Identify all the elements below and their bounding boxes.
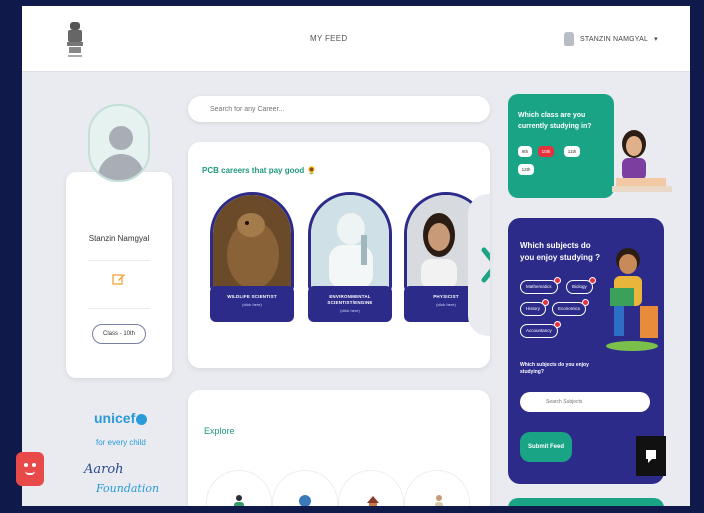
chatbot-button[interactable]: [16, 452, 44, 486]
subject-chip-economics[interactable]: Economics: [552, 299, 590, 316]
class-question-title: Which class are you currently studying i…: [518, 112, 592, 130]
boy-reading-illustration: [606, 248, 658, 351]
careers-title: PCB careers that pay good 🌻: [202, 166, 317, 175]
profile-name: Stanzin Namgyal: [88, 234, 150, 243]
career-search-input[interactable]: [188, 96, 490, 122]
subject-chip-accountancy[interactable]: Accountancy: [520, 321, 561, 338]
remove-dot-icon: [542, 299, 550, 306]
user-menu[interactable]: STANZIN NAMGYAL ▾: [564, 32, 658, 46]
person-icon[interactable]: [432, 494, 446, 506]
subjects-search-input[interactable]: [520, 392, 650, 412]
avatar-head: [109, 126, 133, 150]
next-careers-button[interactable]: [468, 194, 490, 336]
globe-explore-icon[interactable]: [298, 494, 312, 506]
unicef-tagline: for every child: [96, 438, 146, 447]
class-option-11th[interactable]: 11th: [564, 146, 580, 157]
explore-title: Explore: [204, 426, 235, 436]
class-badge[interactable]: Class - 10th: [92, 324, 146, 344]
career-card-environmental[interactable]: ENVIRONMENTAL SCIENTIST/ENGINE (click he…: [308, 192, 392, 332]
user-avatar-icon: [564, 32, 574, 46]
avatar-body: [98, 154, 144, 180]
subjects-question-title: Which subjects do you enjoy studying ?: [520, 241, 601, 262]
subject-chip-biology[interactable]: Biology: [566, 277, 596, 294]
career-label: WILDLIFE SCIENTIST (click here): [210, 286, 294, 322]
career-photo: [210, 192, 294, 292]
remove-dot-icon: [582, 299, 590, 306]
profile-card: Stanzin Namgyal Class - 10th: [66, 172, 172, 378]
top-navbar: MY FEED STANZIN NAMGYAL ▾: [22, 6, 690, 72]
submit-feed-button[interactable]: Submit Feed: [520, 432, 572, 462]
careers-card: PCB careers that pay good 🌻 WILDLIFE SCI…: [188, 142, 490, 368]
class-option-9th[interactable]: 9th: [518, 146, 532, 157]
feedback-button[interactable]: [636, 436, 666, 476]
subjects-input-question: Which subjects do you enjoy studying?: [520, 362, 589, 375]
next-card-edge: [508, 498, 664, 506]
aaroh-logo: Aaroh: [84, 462, 124, 477]
explore-card: Explore: [188, 390, 490, 506]
class-question-card: Which class are you currently studying i…: [508, 94, 614, 198]
nav-my-feed[interactable]: MY FEED: [310, 34, 348, 43]
divider: [88, 260, 150, 261]
national-emblem-icon: [67, 22, 83, 57]
remove-dot-icon: [553, 321, 561, 328]
girl-reading-illustration: [612, 130, 672, 192]
chevron-down-icon: ▾: [654, 36, 658, 43]
career-card-wildlife[interactable]: WILDLIFE SCIENTIST (click here): [210, 192, 294, 332]
speech-bubble-icon: [646, 450, 656, 463]
house-icon[interactable]: [366, 494, 380, 506]
globe-icon: [136, 413, 148, 425]
career-photo: [308, 192, 392, 292]
user-name: STANZIN NAMGYAL: [580, 35, 649, 43]
subject-chip-history[interactable]: History: [520, 299, 550, 316]
remove-dot-icon: [553, 277, 561, 284]
aaroh-subtitle: Foundation: [96, 482, 160, 495]
class-option-12th[interactable]: 12th: [518, 164, 534, 175]
doctor-icon[interactable]: [232, 494, 246, 506]
remove-dot-icon: [588, 277, 596, 284]
bot-eye: [32, 463, 36, 467]
flower-icon: 🌻: [306, 166, 317, 175]
divider: [88, 308, 150, 309]
chevron-right-icon: [481, 247, 490, 283]
subject-chip-mathematics[interactable]: Mathematics: [520, 277, 561, 294]
app-frame: MY FEED STANZIN NAMGYAL ▾ Stanzin Namgya…: [22, 6, 690, 506]
career-label: ENVIRONMENTAL SCIENTIST/ENGINE (click he…: [308, 286, 392, 322]
avatar: [88, 104, 150, 182]
bot-mouth: [25, 471, 35, 475]
class-option-10th[interactable]: 10th: [538, 146, 554, 157]
bot-eye: [24, 463, 28, 467]
edit-icon[interactable]: [112, 272, 126, 286]
unicef-logo: unicef: [94, 410, 148, 426]
